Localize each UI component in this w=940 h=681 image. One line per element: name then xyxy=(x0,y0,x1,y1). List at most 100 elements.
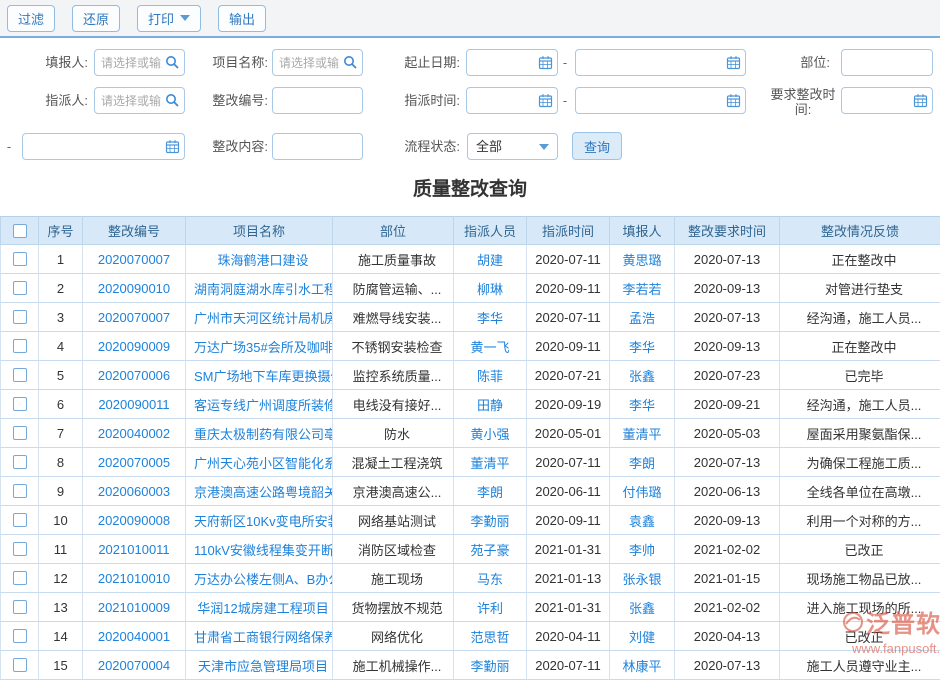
row-checkbox[interactable] xyxy=(13,397,27,411)
status-select[interactable]: 全部 xyxy=(467,133,558,160)
row-checkbox[interactable] xyxy=(13,339,27,353)
required-date-cell: 2020-05-03 xyxy=(675,419,780,448)
row-checkbox[interactable] xyxy=(13,310,27,324)
project-name-link[interactable]: 客运专线广州调度所装修工 xyxy=(194,398,333,413)
assignee-cell: 黄小强 xyxy=(454,419,527,448)
row-checkbox[interactable] xyxy=(13,658,27,672)
row-checkbox[interactable] xyxy=(13,542,27,556)
project-name-link[interactable]: 甘肃省工商银行网络保养项 xyxy=(194,630,333,645)
project-name-link[interactable]: 广州市天河区统计局机房改 xyxy=(194,311,333,326)
row-checkbox-cell xyxy=(1,593,39,622)
calendar-icon[interactable] xyxy=(913,93,928,108)
rectification-code-link[interactable]: 2020070006 xyxy=(98,368,170,383)
part-input[interactable] xyxy=(841,49,933,76)
project-name-link[interactable]: SM广场地下车库更换摄像 xyxy=(194,369,333,384)
project-name-cell: 广州市天河区统计局机房改 xyxy=(186,303,333,332)
part-cell: 监控系统质量... xyxy=(333,361,454,390)
header-feedback: 整改情况反馈 xyxy=(780,217,940,245)
table-row: 11 2021010011 110kV安徽线程集变开断线 消防区域检查 苑子豪 … xyxy=(1,535,940,564)
table-row: 12 2021010010 万达办公楼左侧A、B办公 施工现场 马东 2021-… xyxy=(1,564,940,593)
project-name-link[interactable]: 天府新区10Kv变电所安装 xyxy=(194,514,333,529)
rectification-code-link[interactable]: 2020060003 xyxy=(98,484,170,499)
rectification-code-link[interactable]: 2021010011 xyxy=(98,542,169,557)
row-checkbox[interactable] xyxy=(13,281,27,295)
project-name-link[interactable]: 湖南洞庭湖水库引水工程施 xyxy=(194,282,333,297)
rectification-code-link[interactable]: 2020070007 xyxy=(98,252,170,267)
project-name-link[interactable]: 华润12城房建工程项目 xyxy=(197,601,328,616)
select-all-checkbox[interactable] xyxy=(13,224,27,238)
rectification-code-cell: 2020040002 xyxy=(83,419,186,448)
row-checkbox-cell xyxy=(1,564,39,593)
rectification-code-cell: 2020070004 xyxy=(83,651,186,680)
project-name-cell: 天府新区10Kv变电所安装 xyxy=(186,506,333,535)
feedback-cell: 施工人员遵守业主... xyxy=(780,651,940,680)
rectification-code-link[interactable]: 2021010009 xyxy=(98,600,170,615)
feedback-cell: 进入施工现场的所... xyxy=(780,593,940,622)
row-checkbox[interactable] xyxy=(13,571,27,585)
rectification-code-link[interactable]: 2020090008 xyxy=(98,513,170,528)
row-checkbox[interactable] xyxy=(13,426,27,440)
calendar-icon[interactable] xyxy=(538,55,553,70)
project-name-link[interactable]: 天津市应急管理局项目 xyxy=(198,659,328,674)
rectification-code-link[interactable]: 2020090011 xyxy=(98,397,169,412)
project-name-link[interactable]: 广州天心苑小区智能化系统 xyxy=(194,456,333,471)
required-time-end-input[interactable] xyxy=(22,133,185,160)
row-checkbox[interactable] xyxy=(13,252,27,266)
assignee-cell: 马东 xyxy=(454,564,527,593)
part-cell: 防腐管运输、... xyxy=(333,274,454,303)
rectification-code-link[interactable]: 2020040002 xyxy=(98,426,170,441)
filter-button[interactable]: 过滤 xyxy=(7,5,55,32)
rectification-code-link[interactable]: 2020070004 xyxy=(98,658,170,673)
rectification-code-cell: 2020090010 xyxy=(83,274,186,303)
assign-date-cell: 2020-09-19 xyxy=(527,390,610,419)
rectification-code-link[interactable]: 2020040001 xyxy=(98,629,170,644)
print-button[interactable]: 打印 xyxy=(137,5,201,32)
rectification-code-link[interactable]: 2020070007 xyxy=(98,310,170,325)
row-checkbox[interactable] xyxy=(13,484,27,498)
project-name-link[interactable]: 重庆太极制药有限公司亳州 xyxy=(194,427,333,442)
row-checkbox[interactable] xyxy=(13,629,27,643)
restore-button[interactable]: 还原 xyxy=(72,5,120,32)
header-assignee: 指派人员 xyxy=(454,217,527,245)
row-checkbox[interactable] xyxy=(13,600,27,614)
export-button[interactable]: 输出 xyxy=(218,5,266,32)
required-date-cell: 2020-04-13 xyxy=(675,622,780,651)
project-name-link[interactable]: 京港澳高速公路粤境韶关至 xyxy=(194,485,333,500)
rectification-code-link[interactable]: 2020090010 xyxy=(98,281,170,296)
calendar-icon[interactable] xyxy=(726,93,741,108)
project-name-cell: 万达办公楼左侧A、B办公 xyxy=(186,564,333,593)
content-input[interactable] xyxy=(272,133,363,160)
rectification-code-link[interactable]: 2020090009 xyxy=(98,339,170,354)
calendar-icon[interactable] xyxy=(726,55,741,70)
rectification-no-field xyxy=(272,87,363,114)
rectification-code-link[interactable]: 2020070005 xyxy=(98,455,170,470)
row-checkbox[interactable] xyxy=(13,368,27,382)
row-checkbox-cell xyxy=(1,419,39,448)
assign-date-cell: 2020-07-11 xyxy=(527,651,610,680)
assign-date-cell: 2020-05-01 xyxy=(527,419,610,448)
required-date-cell: 2020-09-13 xyxy=(675,332,780,361)
table-row: 2 2020090010 湖南洞庭湖水库引水工程施 防腐管运输、... 柳琳 2… xyxy=(1,274,940,303)
rectification-no-input[interactable] xyxy=(272,87,363,114)
end-date-input[interactable] xyxy=(575,49,746,76)
row-checkbox[interactable] xyxy=(13,455,27,469)
search-icon[interactable] xyxy=(343,55,358,70)
row-checkbox[interactable] xyxy=(13,513,27,527)
project-name-link[interactable]: 万达办公楼左侧A、B办公 xyxy=(194,572,333,587)
required-date-cell: 2020-07-13 xyxy=(675,303,780,332)
row-number-cell: 12 xyxy=(39,564,83,593)
query-button[interactable]: 查询 xyxy=(572,132,622,160)
row-checkbox-cell xyxy=(1,390,39,419)
project-name-link[interactable]: 110kV安徽线程集变开断线 xyxy=(194,543,333,558)
project-name-cell: 华润12城房建工程项目 xyxy=(186,593,333,622)
project-name-link[interactable]: 万达广场35#会所及咖啡厅 xyxy=(194,340,333,355)
calendar-icon[interactable] xyxy=(538,93,553,108)
project-name-field xyxy=(272,49,363,76)
row-number-cell: 10 xyxy=(39,506,83,535)
rectification-code-link[interactable]: 2021010010 xyxy=(98,571,170,586)
table-row: 1 2020070007 珠海鹤港口建设 施工质量事故 胡建 2020-07-1… xyxy=(1,245,940,274)
part-cell: 混凝土工程浇筑 xyxy=(333,448,454,477)
project-name-link[interactable]: 珠海鹤港口建设 xyxy=(217,253,308,268)
assign-date-cell: 2021-01-13 xyxy=(527,564,610,593)
assign-time-end-input[interactable] xyxy=(575,87,746,114)
